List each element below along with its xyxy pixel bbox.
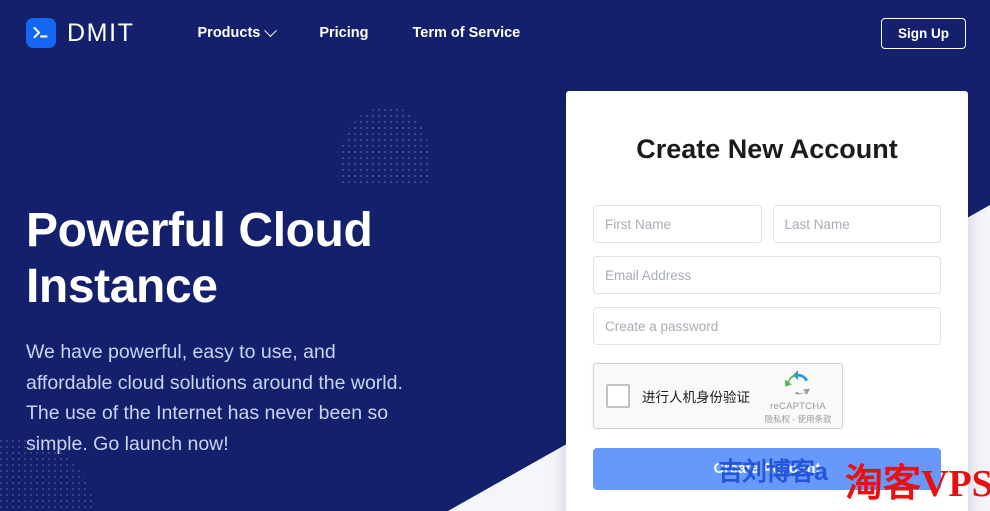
nav-item-pricing-label: Pricing — [319, 25, 368, 41]
hero-copy: Powerful Cloud Instance We have powerful… — [26, 203, 446, 459]
nav-item-products-label: Products — [198, 25, 261, 41]
first-name-input[interactable] — [593, 205, 762, 243]
sign-up-button[interactable]: Sign Up — [881, 18, 966, 49]
create-account-card: Create New Account 进行人机身份验证 reCAPTCHA 隐私… — [566, 91, 968, 511]
name-fields-row — [593, 205, 941, 243]
hero-title-line-1: Powerful Cloud — [26, 204, 372, 257]
password-input[interactable] — [593, 307, 941, 345]
hero-subtitle: We have powerful, easy to use, and affor… — [26, 337, 416, 459]
page-root: DMIT Products Pricing Term of Service Si… — [0, 0, 990, 511]
top-navigation-bar: DMIT Products Pricing Term of Service Si… — [0, 0, 990, 66]
recaptcha-label: 进行人机身份验证 — [642, 386, 750, 406]
recaptcha-checkbox[interactable] — [606, 384, 630, 408]
nav-item-term-of-service[interactable]: Term of Service — [413, 25, 521, 41]
hero-title-line-2: Instance — [26, 260, 218, 313]
email-input[interactable] — [593, 256, 941, 294]
card-title: Create New Account — [593, 134, 941, 165]
nav-item-pricing[interactable]: Pricing — [319, 25, 368, 41]
terminal-prompt-icon — [26, 18, 56, 48]
page-title: Powerful Cloud Instance — [26, 203, 446, 315]
create-account-button[interactable]: Create Account — [593, 448, 941, 490]
brand-name: DMIT — [67, 19, 135, 48]
recaptcha-branding: reCAPTCHA 隐私权 - 使用条款 — [762, 370, 834, 425]
chevron-down-icon — [264, 24, 277, 37]
recaptcha-brand-label: reCAPTCHA — [762, 401, 834, 412]
recaptcha-logo-icon — [783, 370, 813, 400]
recaptcha-legal-label: 隐私权 - 使用条款 — [762, 413, 834, 425]
nav-links: Products Pricing Term of Service — [198, 25, 521, 41]
nav-item-term-of-service-label: Term of Service — [413, 25, 521, 41]
last-name-input[interactable] — [773, 205, 942, 243]
recaptcha-widget[interactable]: 进行人机身份验证 reCAPTCHA 隐私权 - 使用条款 — [593, 363, 843, 429]
nav-item-products[interactable]: Products — [198, 25, 276, 41]
brand-logo[interactable]: DMIT — [26, 18, 135, 48]
